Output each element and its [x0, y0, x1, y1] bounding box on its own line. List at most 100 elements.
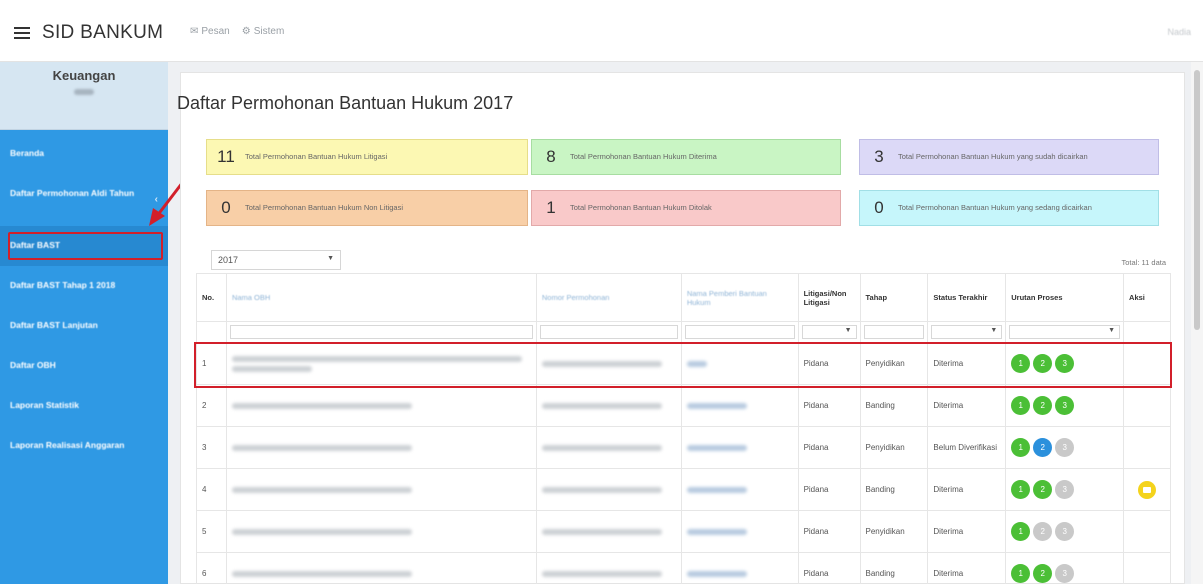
step-2-icon[interactable]: 2 [1033, 480, 1053, 499]
cell-status: Diterima [927, 552, 1007, 584]
cell-no: 3 [196, 426, 227, 469]
nav-pesan[interactable]: ✉ Pesan [190, 26, 230, 37]
filter-nama-input[interactable] [229, 325, 533, 339]
col-tahap[interactable]: Tahap [859, 273, 929, 322]
step-2-icon[interactable]: 2 [1033, 522, 1053, 541]
nav-sistem[interactable]: ⚙ Sistem [242, 26, 285, 37]
step-1-icon[interactable]: 1 [1011, 354, 1031, 373]
stat-non-litigasi: 0 Total Permohonan Bantuan Hukum Non Lit… [206, 190, 528, 226]
sidebar-item-bast-tahap[interactable]: Daftar BAST Tahap 1 2018 [0, 266, 168, 306]
filter-nomor-input[interactable] [539, 325, 678, 339]
filter-urutan-select[interactable]: ▼ [1009, 325, 1121, 339]
stat-sudah-dicairkan: 3 Total Permohonan Bantuan Hukum yang su… [859, 139, 1159, 175]
step-3-icon[interactable]: 3 [1055, 438, 1075, 457]
step-1-icon[interactable]: 1 [1011, 438, 1031, 457]
step-1-icon[interactable]: 1 [1011, 480, 1031, 499]
sidebar-item-laporan-realisasi[interactable]: Laporan Realisasi Anggaran [0, 426, 168, 466]
col-no[interactable]: No. [196, 273, 227, 322]
sidebar-item-bast-lanjutan[interactable]: Daftar BAST Lanjutan [0, 306, 168, 346]
col-aksi[interactable]: Aksi [1123, 273, 1171, 322]
sidebar-item-laporan-statistik[interactable]: Laporan Statistik [0, 386, 168, 426]
step-1-icon[interactable]: 1 [1011, 522, 1031, 541]
cell-status: Belum Diverifikasi [927, 426, 1007, 469]
sidebar-item-daftar-permohonan[interactable]: Daftar Permohonan Aldi Tahun ‹ [0, 174, 168, 226]
nav-pesan-label: Pesan [201, 26, 230, 37]
step-3-icon[interactable]: 3 [1055, 564, 1075, 583]
table-body: 1 Pidana Penyidikan Diterima 1 2 3 2 Pidana Bandi… [196, 342, 1171, 584]
mail-icon: ✉ [190, 26, 199, 37]
step-2-icon[interactable]: 2 [1033, 564, 1053, 583]
cell-nama-obh-redacted [225, 426, 537, 469]
step-3-icon[interactable]: 3 [1055, 396, 1075, 415]
cell-pemberi-redacted [680, 510, 799, 553]
cell-aksi [1123, 384, 1171, 427]
chevron-down-icon: ▼ [844, 327, 852, 334]
envelope-icon[interactable] [1138, 480, 1157, 499]
stat-ditolak: 1 Total Permohonan Bantuan Hukum Ditolak [531, 190, 841, 226]
cell-nomor-redacted [535, 468, 682, 511]
content-panel: Daftar Permohonan Bantuan Hukum 2017 11 … [177, 72, 1185, 584]
step-3-icon[interactable]: 3 [1055, 522, 1075, 541]
step-2-icon[interactable]: 2 [1033, 396, 1053, 415]
cell-no: 4 [196, 468, 227, 511]
step-2-icon[interactable]: 2 [1033, 354, 1053, 373]
scrollbar-thumb[interactable] [1194, 70, 1200, 330]
table-row[interactable]: 2 Pidana Banding Diterima 1 2 3 [196, 384, 1171, 427]
cell-pemberi-redacted [680, 468, 799, 511]
cell-no: 6 [196, 552, 227, 584]
cell-litigasi: Pidana [797, 342, 861, 385]
page-title: Daftar Permohonan Bantuan Hukum 2017 [177, 93, 514, 113]
sidebar-item-beranda[interactable]: Beranda [0, 134, 168, 174]
cell-nomor-redacted [535, 342, 682, 385]
cell-urutan: 123 [1005, 384, 1125, 427]
step-3-icon[interactable]: 3 [1055, 480, 1075, 499]
hamburger-menu-icon[interactable] [14, 24, 30, 42]
step-2-icon[interactable]: 2 [1033, 438, 1053, 457]
table-row[interactable]: 4 Pidana Banding Diterima 1 2 3 [196, 468, 1171, 511]
step-1-icon[interactable]: 1 [1011, 564, 1031, 583]
brand[interactable]: SID BANKUM [14, 22, 163, 44]
cell-tahap: Banding [859, 468, 929, 511]
cell-tahap: Banding [859, 552, 929, 584]
step-1-icon[interactable]: 1 [1011, 396, 1031, 415]
table-row[interactable]: 5 Pidana Penyidikan Diterima 1 2 3 [196, 510, 1171, 553]
col-urutan-proses[interactable]: Urutan Proses [1005, 273, 1125, 322]
cell-nomor-redacted [535, 552, 682, 584]
cell-nama-obh-redacted [225, 468, 537, 511]
sidebar-item-daftar-bast[interactable]: Daftar BAST [0, 226, 168, 266]
cell-pemberi-redacted [680, 384, 799, 427]
nav-sistem-label: Sistem [253, 26, 285, 37]
cell-litigasi: Pidana [797, 426, 861, 469]
user-menu[interactable]: Nadia [1167, 27, 1191, 37]
table-row[interactable]: 1 Pidana Penyidikan Diterima 1 2 3 [196, 342, 1171, 385]
sidebar-item-daftar-obh[interactable]: Daftar OBH [0, 346, 168, 386]
col-litigasi[interactable]: Litigasi/Non Litigasi [797, 273, 861, 322]
cell-no: 2 [196, 384, 227, 427]
stat-litigasi: 11 Total Permohonan Bantuan Hukum Litiga… [206, 139, 528, 175]
cell-tahap: Penyidikan [859, 426, 929, 469]
sidebar-menu: Beranda Daftar Permohonan Aldi Tahun ‹ D… [0, 130, 168, 466]
cell-no: 5 [196, 510, 227, 553]
profile-box: Keuangan [0, 62, 168, 130]
gear-icon: ⚙ [241, 26, 251, 37]
filter-litigasi-select[interactable]: ▼ [801, 325, 857, 339]
cell-aksi [1123, 468, 1171, 511]
filter-tahap-input[interactable] [863, 325, 925, 339]
col-pemberi-bantuan[interactable]: Nama Pemberi Bantuan Hukum [680, 273, 799, 322]
table-row[interactable]: 3 Pidana Penyidikan Belum Diverifikasi 1 2 3 [196, 426, 1171, 469]
step-3-icon[interactable]: 3 [1055, 354, 1075, 373]
chevron-down-icon: ▼ [327, 255, 334, 262]
cell-status: Diterima [927, 342, 1007, 385]
col-nomor-permohonan[interactable]: Nomor Permohonan [535, 273, 682, 322]
page-scrollbar[interactable] [1191, 62, 1203, 584]
col-status[interactable]: Status Terakhir [927, 273, 1007, 322]
col-nama-obh[interactable]: Nama OBH [225, 273, 537, 322]
cell-status: Diterima [927, 468, 1007, 511]
cell-aksi [1123, 342, 1171, 385]
table-row[interactable]: 6 Pidana Banding Diterima 1 2 3 [196, 552, 1171, 584]
cell-pemberi-redacted [680, 426, 799, 469]
filter-status-select[interactable]: ▼ [931, 325, 1003, 339]
cell-nomor-redacted [535, 426, 682, 469]
filter-pemberi-input[interactable] [684, 325, 795, 339]
year-select[interactable]: 2017 ▼ [211, 250, 341, 270]
